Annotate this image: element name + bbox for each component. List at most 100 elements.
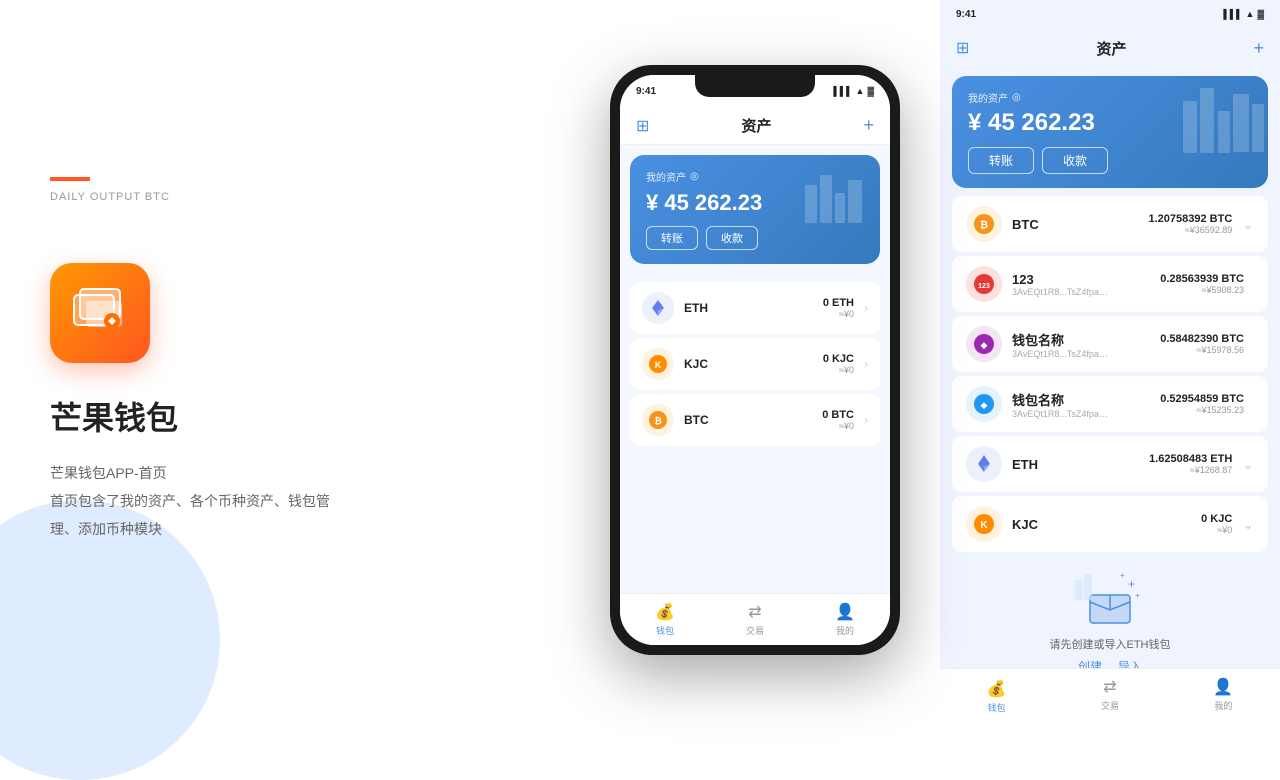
right-add-icon[interactable]: + [1253,38,1264,59]
brand-subtitle: DAILY OUTPUT BTC [50,191,520,203]
right-tab-profile[interactable]: 👤 我的 [1167,677,1280,712]
right-coin-btc[interactable]: ₿ BTC 1.20758392 BTC ≈¥36592.89 ⌄ [952,196,1268,252]
right-eth-name: ETH [1012,457,1122,472]
phone-header-title: 资产 [741,115,771,136]
right-header: ⊞ 资产 + [940,28,1280,68]
right-123-approx: ≈¥5908.23 [1144,285,1244,295]
right-profile-tab-icon: 👤 [1213,677,1233,697]
right-eth-amount: 1.62508483 ETH [1132,453,1232,465]
phone-header: ⊞ 资产 + [620,107,890,145]
right-coin-wallet2[interactable]: ◆ 钱包名称 3AvEQt1R8...TsZ4fpaRQ 0.52954859 … [952,376,1268,432]
brand-line [50,177,90,181]
app-desc: 芒果钱包APP-首页 首页包含了我的资产、各个币种资产、钱包管 理、添加币种模块 [50,459,520,543]
right-kjc-amount: 0 KJC [1132,513,1232,525]
phone-section: 9:41 ▌▌▌ ▲ ▓ ⊞ 资产 + 我的资产 ◎ [570,0,940,720]
svg-text:+: + [1120,571,1125,580]
svg-text:K: K [655,360,662,370]
phone-coin-item-eth[interactable]: ETH 0 ETH ≈¥0 › [630,282,880,334]
right-eye-icon[interactable]: ◎ [1012,92,1021,103]
right-section: 9:41 ▌▌▌ ▲ ▓ ⊞ 资产 + 我的资产 ◎ ¥ 45 262.23 转… [940,0,1280,720]
right-wallet2-amount: 0.52954859 BTC [1144,393,1244,405]
battery-icon: ▓ [867,86,874,96]
wallet-tab-label: 钱包 [656,624,674,637]
right-123-addr: 3AvEQt1R8...TsZ4fpaRQ [1012,287,1112,297]
svg-text:◆: ◆ [981,340,988,350]
right-kjc-mid: KJC [1012,517,1122,532]
right-wallet2-right: 0.52954859 BTC ≈¥15235.23 [1144,393,1244,415]
btc-amount-col: 0 BTC ≈¥0 [822,409,854,431]
eth-wallet-promo: + + + 请先创建或导入ETH钱包 创建 导入 [952,560,1268,668]
right-wallet2-icon: ◆ [966,386,1002,422]
kjc-name: KJC [684,357,813,371]
right-tab-bar: 💰 钱包 ⇄ 交易 👤 我的 [940,668,1280,720]
right-eth-icon [966,446,1002,482]
phone-coin-item-btc[interactable]: ₿ BTC 0 BTC ≈¥0 › [630,394,880,446]
right-tab-exchange[interactable]: ⇄ 交易 [1053,677,1166,712]
right-wallet1-approx: ≈¥15978.56 [1144,345,1244,355]
phone-coin-item-kjc[interactable]: K KJC 0 KJC ≈¥0 › [630,338,880,390]
right-wallet1-right: 0.58482390 BTC ≈¥15978.56 [1144,333,1244,355]
right-btc-mid: BTC [1012,217,1122,232]
right-kjc-name: KJC [1012,517,1122,532]
right-btc-chevron-icon: ⌄ [1242,216,1254,233]
right-wallet1-icon: ◆ [966,326,1002,362]
right-wifi-icon: ▲ [1246,9,1255,19]
right-wallet1-mid: 钱包名称 3AvEQt1R8...TsZ4fpaRQ [1012,330,1134,359]
right-btc-name: BTC [1012,217,1122,232]
right-asset-card: 我的资产 ◎ ¥ 45 262.23 转账 收款 [952,76,1268,188]
eth-amount: 0 ETH [823,297,854,309]
left-section: DAILY OUTPUT BTC 芒果钱包 芒果钱包APP-首页 首页包含了我的… [0,0,570,720]
right-coin-eth[interactable]: ETH 1.62508483 ETH ≈¥1268.87 ⌄ [952,436,1268,492]
right-123-mid: 123 3AvEQt1R8...TsZ4fpaRQ [1012,272,1134,297]
right-btc-icon: ₿ [966,206,1002,242]
phone-grid-icon[interactable]: ⊞ [636,116,649,136]
phone-receive-btn[interactable]: 收款 [706,226,758,250]
right-eth-approx: ≈¥1268.87 [1132,465,1232,475]
exchange-tab-icon: ⇄ [748,602,761,622]
app-icon [50,263,150,363]
right-eth-right: 1.62508483 ETH ≈¥1268.87 [1132,453,1232,475]
right-123-name: 123 [1012,272,1134,287]
right-coin-kjc[interactable]: K KJC 0 KJC ≈¥0 ⌄ [952,496,1268,552]
phone-eye-icon[interactable]: ◎ [690,171,699,182]
btc-icon: ₿ [642,404,674,436]
card-bg-decoration [800,165,870,230]
svg-text:+: + [1135,591,1140,600]
right-coin-wallet1[interactable]: ◆ 钱包名称 3AvEQt1R8...TsZ4fpaRQ 0.58482390 … [952,316,1268,372]
phone-transfer-btn[interactable]: 转账 [646,226,698,250]
right-btc-amount: 1.20758392 BTC [1132,213,1232,225]
svg-text:₿: ₿ [654,416,661,426]
right-transfer-btn[interactable]: 转账 [968,147,1034,174]
right-grid-icon[interactable]: ⊞ [956,38,969,58]
right-wallet2-addr: 3AvEQt1R8...TsZ4fpaRQ [1012,409,1112,419]
eth-import-link[interactable]: 导入 [1118,658,1142,668]
btc-name-col: BTC [684,413,812,427]
right-wallet2-name: 钱包名称 [1012,390,1134,409]
phone-asset-card: 我的资产 ◎ ¥ 45 262.23 转账 收款 [630,155,880,264]
svg-text:◆: ◆ [981,400,988,410]
phone-screen: 9:41 ▌▌▌ ▲ ▓ ⊞ 资产 + 我的资产 ◎ [620,75,890,645]
right-tab-wallet[interactable]: 💰 钱包 [940,675,1053,714]
phone-tab-exchange[interactable]: ⇄ 交易 [710,602,800,637]
phone-tab-wallet[interactable]: 💰 钱包 [620,602,710,637]
right-btc-right: 1.20758392 BTC ≈¥36592.89 [1132,213,1232,235]
right-wallet2-approx: ≈¥15235.23 [1144,405,1244,415]
phone-tab-profile[interactable]: 👤 我的 [800,602,890,637]
right-coin-123[interactable]: 123 123 3AvEQt1R8...TsZ4fpaRQ 0.28563939… [952,256,1268,312]
phone-add-icon[interactable]: + [863,115,874,136]
eth-promo-img: + + + [1070,560,1150,630]
right-eth-mid: ETH [1012,457,1122,472]
right-kjc-icon: K [966,506,1002,542]
eth-create-link[interactable]: 创建 [1078,658,1102,668]
right-battery-icon: ▓ [1257,9,1264,19]
right-time: 9:41 [956,9,976,20]
right-eth-chevron-icon: ⌄ [1242,456,1254,473]
right-wallet-tab-label: 钱包 [988,701,1006,714]
eth-icon [642,292,674,324]
svg-text:+: + [1128,577,1135,591]
right-wallet1-name: 钱包名称 [1012,330,1134,349]
right-receive-btn[interactable]: 收款 [1042,147,1108,174]
right-scroll: 我的资产 ◎ ¥ 45 262.23 转账 收款 ₿ [940,68,1280,668]
right-profile-tab-label: 我的 [1214,699,1232,712]
signal-icon: ▌▌▌ [833,86,852,96]
